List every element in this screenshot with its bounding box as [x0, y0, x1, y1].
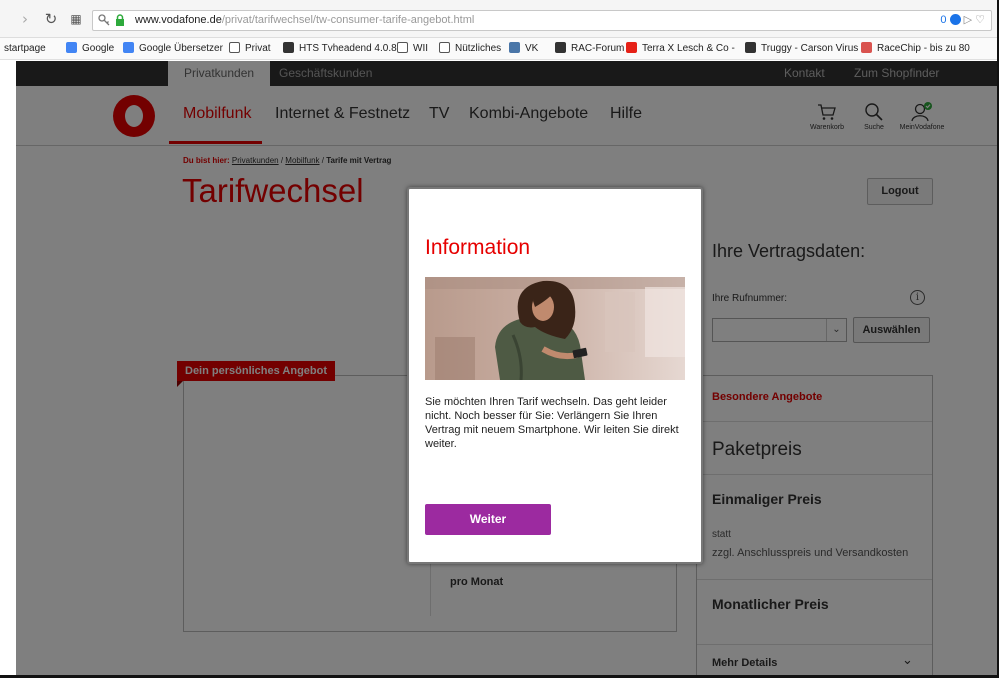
- bookmark-item[interactable]: startpage: [4, 42, 46, 56]
- bookmark-icon: [626, 42, 637, 53]
- bookmark-label: WII: [413, 43, 428, 54]
- bookmark-item[interactable]: RAC-Forum: [555, 42, 624, 56]
- information-dialog: Information Sie möchten Ihren Tarif wech…: [407, 187, 703, 564]
- lock-icon: [116, 14, 124, 26]
- bookmark-item[interactable]: RaceChip - bis zu 80: [861, 42, 970, 56]
- bookmark-icon: [229, 42, 240, 53]
- bookmark-label: Truggy - Carson Virus: [761, 43, 859, 54]
- send-icon[interactable]: ▷: [964, 14, 972, 26]
- woman-with-smartphone-image: [425, 277, 685, 380]
- bookmark-item[interactable]: Google Übersetzer: [123, 42, 223, 56]
- bookmark-icon: [66, 42, 77, 53]
- bookmark-label: Privat: [245, 43, 271, 54]
- bookmark-item[interactable]: HTS Tvheadend 4.0.8: [283, 42, 397, 56]
- bookmark-icon: [861, 42, 872, 53]
- bookmark-label: RaceChip - bis zu 80: [877, 43, 970, 54]
- bookmark-item[interactable]: VK: [509, 42, 538, 56]
- bookmark-item[interactable]: Google: [66, 42, 114, 56]
- key-icon: [98, 14, 110, 26]
- addon-area: 0 ▷ ♡: [940, 13, 985, 26]
- bookmark-item[interactable]: Privat: [229, 42, 271, 56]
- url-text: www.vodafone.de/privat/tarifwechsel/tw-c…: [135, 14, 474, 26]
- bookmark-label: VK: [525, 43, 539, 54]
- bookmark-item[interactable]: WII: [397, 42, 428, 56]
- bookmark-icon: [397, 42, 408, 53]
- address-bar[interactable]: www.vodafone.de/privat/tarifwechsel/tw-c…: [92, 10, 992, 31]
- bookmark-label: HTS Tvheadend 4.0.8: [299, 43, 397, 54]
- bookmark-icon: [283, 42, 294, 53]
- bookmark-icon: [123, 42, 134, 53]
- bookmark-label: Terra X Lesch & Co -: [642, 43, 735, 54]
- bookmark-label: startpage: [4, 43, 46, 54]
- dialog-message: Sie möchten Ihren Tarif wechseln. Das ge…: [425, 396, 679, 450]
- forward-icon[interactable]: ›: [17, 11, 33, 27]
- bookmarks-bar: startpage Google Google Übersetzer Privat HT…: [0, 38, 997, 60]
- heart-icon[interactable]: ♡: [975, 14, 985, 26]
- url-path: /privat/tarifwechsel/tw-consumer-tarife-…: [221, 14, 475, 26]
- bookmark-icon: [555, 42, 566, 53]
- bookmark-label: Nützliches: [455, 43, 502, 54]
- bookmark-icon: [509, 42, 520, 53]
- bookmark-icon: [745, 42, 756, 53]
- reload-icon[interactable]: ↻: [43, 11, 59, 27]
- bookmark-label: RAC-Forum: [571, 43, 625, 54]
- dialog-title: Information: [425, 236, 531, 259]
- browser-toolbar: › ↻ ▦ www.vodafone.de/privat/tarifwechse…: [0, 0, 997, 38]
- browser-window: › ↻ ▦ www.vodafone.de/privat/tarifwechse…: [0, 0, 999, 678]
- url-domain: www.vodafone.de: [135, 14, 222, 26]
- continue-button[interactable]: Weiter: [425, 504, 551, 535]
- bookmark-item[interactable]: Terra X Lesch & Co -: [626, 42, 735, 56]
- addon-badge: 0: [940, 14, 947, 26]
- tabs-grid-icon[interactable]: ▦: [68, 11, 84, 27]
- extension-icon[interactable]: [949, 14, 961, 25]
- bookmark-label: Google Übersetzer: [139, 43, 223, 54]
- bookmark-item[interactable]: Truggy - Carson Virus: [745, 42, 858, 56]
- bookmark-label: Google: [82, 43, 115, 54]
- bookmark-item[interactable]: Nützliches: [439, 42, 501, 56]
- bookmark-icon: [439, 42, 450, 53]
